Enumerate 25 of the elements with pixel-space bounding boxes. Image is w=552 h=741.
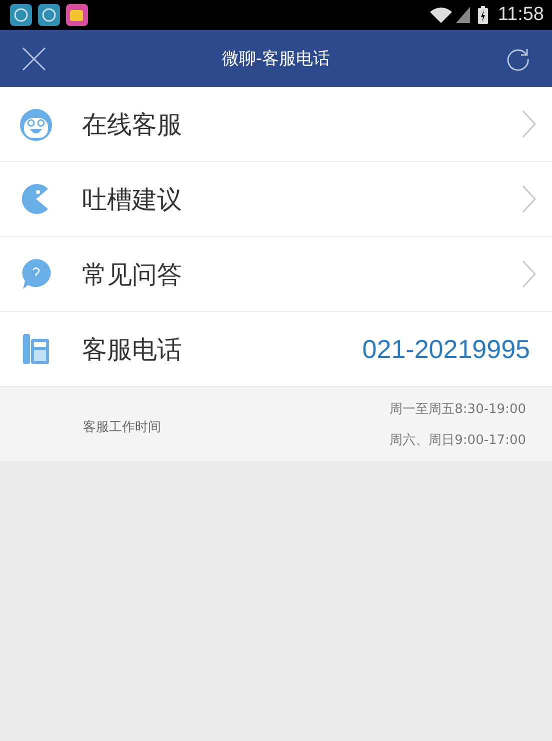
- cartoon-face-icon: [18, 106, 54, 142]
- menu-item[interactable]: 常见问答: [0, 237, 552, 312]
- menu-item[interactable]: 吐槽建议: [0, 162, 552, 237]
- menu-label: 在线客服: [82, 108, 183, 140]
- menu-label: 客服电话: [82, 334, 183, 366]
- app-notification-icon: [38, 4, 60, 26]
- chevron-right-icon: [522, 185, 536, 213]
- signal-icon: [456, 7, 470, 23]
- hours-text: 周一至周五8:30-19:00: [390, 400, 526, 418]
- page-title: 微聊-客服电话: [222, 48, 330, 70]
- hours-label: 客服工作时间: [83, 419, 161, 436]
- menu-label: 常见问答: [82, 258, 183, 290]
- app-notification-icon: [10, 4, 32, 26]
- chevron-right-icon: [522, 110, 536, 138]
- app-notification-icon: [66, 4, 88, 26]
- hours-text: 周六、周日9:00-17:00: [390, 432, 526, 448]
- phone-number-link[interactable]: 021-20219995: [362, 334, 530, 364]
- refresh-icon[interactable]: [506, 46, 530, 70]
- status-time: 11:58: [498, 4, 544, 26]
- menu-item[interactable]: 在线客服: [0, 87, 552, 162]
- close-icon[interactable]: [22, 46, 46, 70]
- battery-icon: [478, 6, 488, 24]
- menu-label: 吐槽建议: [82, 184, 183, 216]
- wifi-icon: [430, 7, 452, 23]
- chevron-right-icon: [522, 260, 536, 288]
